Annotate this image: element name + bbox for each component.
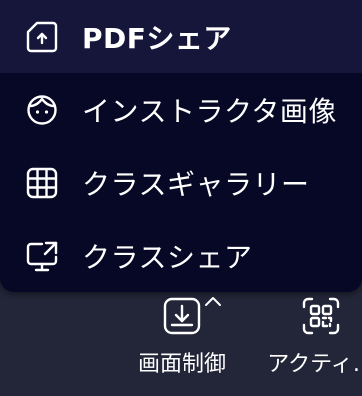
screen-control-button[interactable]: 画面制御 <box>130 296 234 378</box>
menu-item-label: PDFシェア <box>82 21 232 55</box>
pdf-share-icon <box>24 19 60 55</box>
share-menu: PDFシェア インストラクタ画像 クラスギャラリー クラスシェア <box>0 0 362 292</box>
activity-label: アクティ… <box>267 352 362 377</box>
menu-item-label: クラスシェア <box>82 240 253 274</box>
menu-item-label: クラスギャラリー <box>82 167 310 201</box>
instructor-face-icon <box>24 92 60 128</box>
activity-button[interactable]: アクティ… <box>246 296 362 378</box>
menu-item-label: インストラクタ画像 <box>82 94 337 128</box>
menu-item-pdf-share[interactable]: PDFシェア <box>0 0 362 73</box>
menu-item-class-share[interactable]: クラスシェア <box>0 219 362 292</box>
screen-control-label: 画面制御 <box>137 352 226 377</box>
download-tray-icon <box>162 296 202 336</box>
menu-item-instructor-image[interactable]: インストラクタ画像 <box>0 73 362 146</box>
grid-gallery-icon <box>24 165 60 201</box>
menu-item-class-gallery[interactable]: クラスギャラリー <box>0 146 362 219</box>
screen-share-icon <box>24 238 60 274</box>
qr-scan-icon <box>301 296 341 336</box>
